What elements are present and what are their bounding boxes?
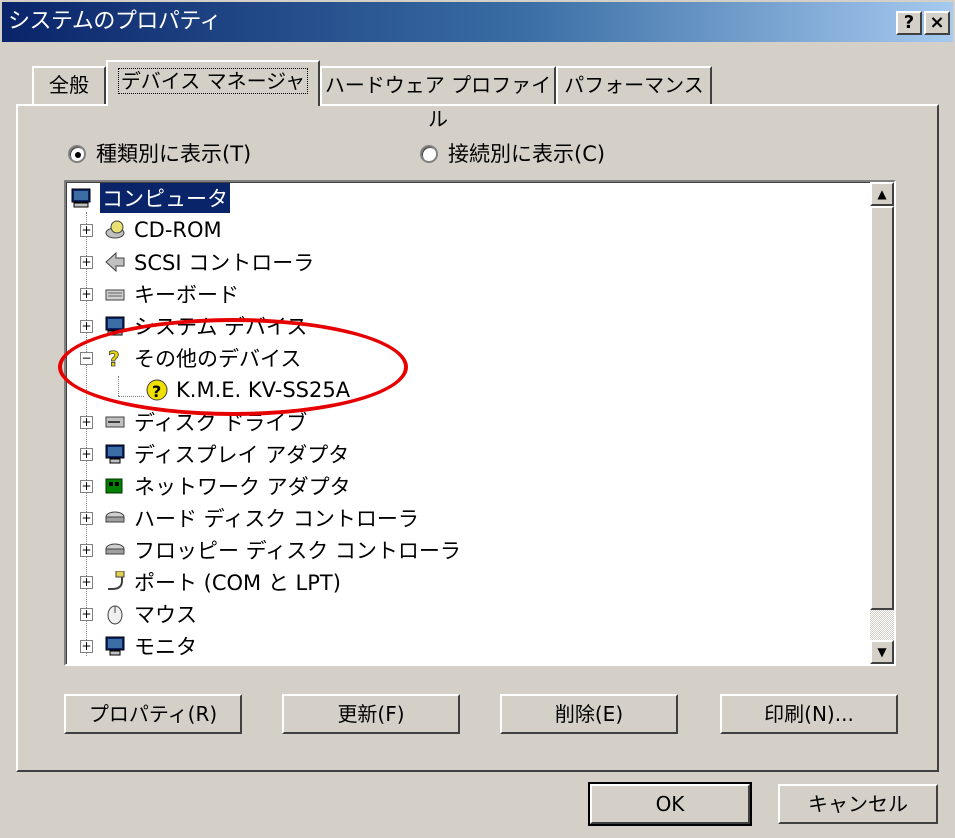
tree-label: K.M.E. KV-SS25A (176, 378, 351, 402)
tree-item-disk-drives[interactable]: + ディスク ドライブ (80, 406, 307, 438)
expand-icon[interactable]: + (80, 416, 93, 429)
expand-icon[interactable]: + (80, 320, 93, 333)
computer-icon (70, 187, 92, 209)
close-button[interactable]: × (924, 11, 950, 35)
cdrom-icon (104, 219, 126, 241)
tree-item-cdrom[interactable]: + CD-ROM (80, 214, 222, 246)
computer-icon (104, 315, 126, 337)
expand-icon[interactable]: + (80, 224, 93, 237)
tree-item-monitors[interactable]: + モニタ (80, 630, 197, 662)
monitor-icon (104, 635, 126, 657)
window-title: システムのプロパティ (8, 9, 222, 34)
radio-view-by-type[interactable]: 種類別に表示(T) (68, 140, 251, 168)
tree-item-other-devices[interactable]: − ? その他のデバイス (80, 342, 301, 374)
tree-label: その他のデバイス (134, 347, 302, 371)
title-bar[interactable]: システムのプロパティ ? × (2, 2, 953, 42)
ok-button[interactable]: OK (588, 782, 752, 826)
expand-icon[interactable]: + (80, 512, 93, 525)
tree-item-keyboard[interactable]: + キーボード (80, 278, 239, 310)
radio-checked-icon (68, 145, 86, 163)
fdd-controller-icon (104, 539, 126, 561)
tree-label: SCSI コントローラ (134, 251, 315, 275)
properties-button[interactable]: プロパティ(R) (64, 694, 242, 734)
tree-item-hdd-controllers[interactable]: + ハード ディスク コントローラ (80, 502, 419, 534)
expand-icon[interactable]: + (80, 256, 93, 269)
svg-text:?: ? (152, 382, 161, 401)
remove-button[interactable]: 削除(E) (500, 694, 678, 734)
display-adapter-icon (104, 443, 126, 465)
tree-item-computer[interactable]: コンピュータ (70, 182, 230, 214)
tree-label: システム デバイス (134, 315, 308, 339)
collapse-icon[interactable]: − (80, 352, 93, 365)
question-icon: ? (104, 347, 126, 372)
mouse-icon (104, 603, 126, 625)
system-properties-window: システムのプロパティ ? × 全般 デバイス マネージャ ハードウェア プロファ… (0, 0, 955, 838)
port-icon (104, 570, 126, 593)
hdd-controller-icon (104, 507, 126, 529)
disk-drive-icon (104, 411, 126, 433)
tree-item-fdd-controllers[interactable]: + フロッピー ディスク コントローラ (80, 534, 461, 566)
tree-item-mouse[interactable]: + マウス (80, 598, 197, 630)
radio-label-by-connection: 接続別に表示(C) (448, 142, 606, 166)
tree-label: ポート (COM と LPT) (134, 571, 341, 595)
print-button[interactable]: 印刷(N)... (720, 694, 898, 734)
refresh-button[interactable]: 更新(F) (282, 694, 460, 734)
tab-hardware-profiles[interactable]: ハードウェア プロファイル (320, 66, 556, 131)
help-button[interactable]: ? (896, 11, 922, 35)
tree-label: ディスプレイ アダプタ (134, 443, 350, 467)
device-tree[interactable]: コンピュータ + CD-ROM + SCSI コントローラ + キーボード + … (64, 180, 896, 666)
scsi-icon (104, 251, 126, 273)
scroll-thumb[interactable] (870, 206, 894, 610)
tree-label: フロッピー ディスク コントローラ (134, 539, 461, 563)
expand-icon[interactable]: + (80, 640, 93, 653)
tree-label: マウス (134, 603, 197, 627)
tree-item-network-adapters[interactable]: + ネットワーク アダプタ (80, 470, 351, 502)
tab-performance[interactable]: パフォーマンス (556, 66, 712, 104)
tree-label: キーボード (134, 283, 239, 307)
unknown-device-icon: ? (146, 379, 168, 401)
tree-label: ネットワーク アダプタ (134, 475, 351, 499)
network-adapter-icon (104, 475, 126, 497)
expand-icon[interactable]: + (80, 576, 93, 589)
tree-item-scsi[interactable]: + SCSI コントローラ (80, 246, 314, 278)
tree-label: ディスク ドライブ (134, 411, 308, 435)
tree-label: CD-ROM (134, 218, 222, 242)
radio-label-by-type: 種類別に表示(T) (96, 142, 252, 166)
tab-general[interactable]: 全般 (32, 66, 106, 104)
expand-icon[interactable]: + (80, 544, 93, 557)
scroll-down-button[interactable]: ▼ (870, 640, 894, 664)
tree-item-ports[interactable]: + ポート (COM と LPT) (80, 566, 341, 598)
keyboard-icon (104, 283, 126, 305)
tree-item-system-devices[interactable]: + システム デバイス (80, 310, 307, 342)
scroll-up-button[interactable]: ▲ (870, 182, 894, 206)
radio-view-by-connection[interactable]: 接続別に表示(C) (420, 140, 605, 168)
tree-item-kme-kv-ss25a[interactable]: ? K.M.E. KV-SS25A (146, 374, 350, 406)
vertical-scrollbar[interactable]: ▲ ▼ (870, 182, 894, 664)
svg-text:?: ? (108, 347, 120, 369)
tree-label: コンピュータ (100, 183, 230, 213)
radio-unchecked-icon (420, 145, 438, 163)
expand-icon[interactable]: + (80, 480, 93, 493)
expand-icon[interactable]: + (80, 448, 93, 461)
cancel-button[interactable]: キャンセル (778, 784, 938, 824)
tree-label: ハード ディスク コントローラ (134, 507, 419, 531)
tree-label: モニタ (134, 635, 197, 659)
expand-icon[interactable]: + (80, 608, 93, 621)
expand-icon[interactable]: + (80, 288, 93, 301)
tree-item-display-adapters[interactable]: + ディスプレイ アダプタ (80, 438, 349, 470)
tree-connector-line (118, 376, 119, 396)
tree-connector-line (118, 396, 144, 397)
tab-device-manager[interactable]: デバイス マネージャ (106, 60, 320, 106)
